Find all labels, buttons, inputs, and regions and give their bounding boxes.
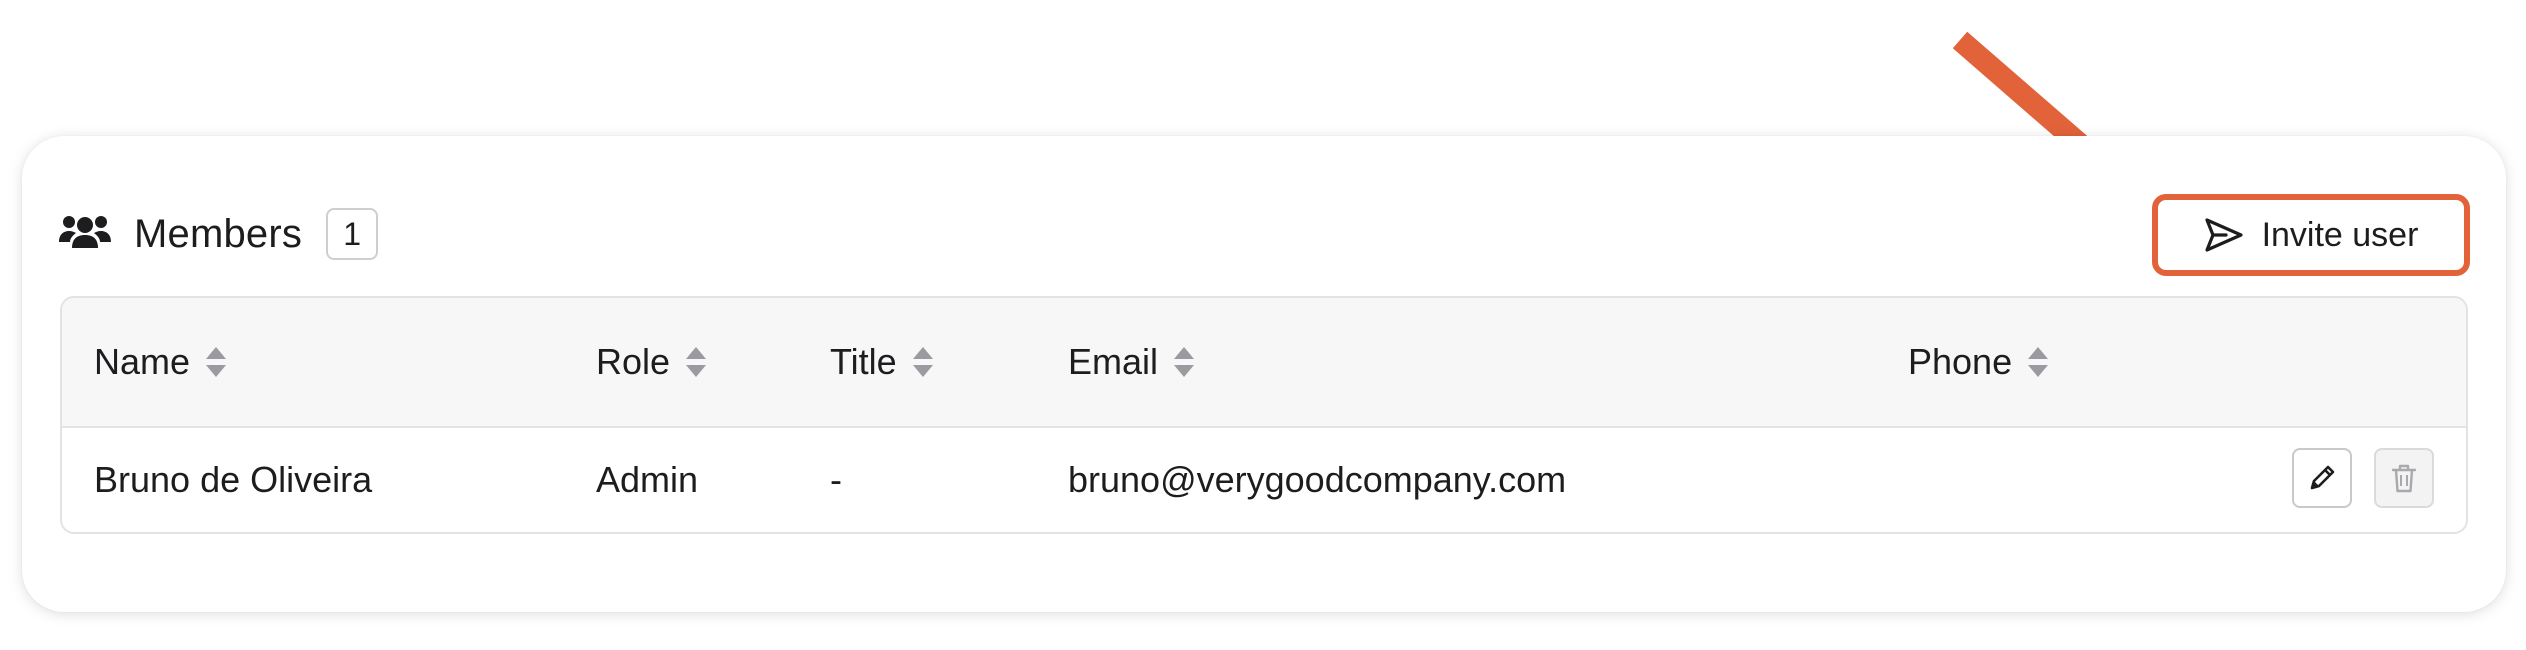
members-page: Members 1 Invite user Name Role Title Em… <box>0 0 2526 650</box>
page-title: Members <box>134 211 303 256</box>
invite-user-label: Invite user <box>2261 215 2419 254</box>
send-icon <box>2204 217 2244 253</box>
sort-icon <box>204 345 228 379</box>
column-label: Role <box>596 341 671 382</box>
pencil-icon <box>2305 461 2339 495</box>
member-count-badge: 1 <box>326 208 379 260</box>
column-header-role[interactable]: Role <box>596 298 708 426</box>
edit-member-button[interactable] <box>2292 448 2352 508</box>
members-header: Members 1 <box>58 204 379 264</box>
cell-role: Admin <box>596 459 699 500</box>
trash-icon <box>2387 461 2421 495</box>
delete-member-button[interactable] <box>2374 448 2434 508</box>
users-icon <box>58 212 112 256</box>
table-row: Bruno de Oliveira Admin - bruno@verygood… <box>62 428 2466 532</box>
column-label: Email <box>1068 341 1159 382</box>
column-label: Title <box>830 341 897 382</box>
column-label: Phone <box>1908 341 2013 382</box>
members-table: Name Role Title Email Phone Bruno de Oli… <box>60 296 2468 534</box>
column-header-phone[interactable]: Phone <box>1908 298 2050 426</box>
cell-name: Bruno de Oliveira <box>94 459 373 500</box>
table-header: Name Role Title Email Phone <box>62 298 2466 428</box>
column-header-email[interactable]: Email <box>1068 298 1196 426</box>
column-header-title[interactable]: Title <box>830 298 935 426</box>
cell-title: - <box>830 459 842 500</box>
column-label: Name <box>94 341 191 382</box>
sort-icon <box>684 345 708 379</box>
sort-icon <box>911 345 935 379</box>
column-header-name[interactable]: Name <box>94 298 228 426</box>
invite-user-button[interactable]: Invite user <box>2152 194 2470 276</box>
sort-icon <box>2026 345 2050 379</box>
sort-icon <box>1172 345 1196 379</box>
cell-email: bruno@verygoodcompany.com <box>1068 459 1567 500</box>
